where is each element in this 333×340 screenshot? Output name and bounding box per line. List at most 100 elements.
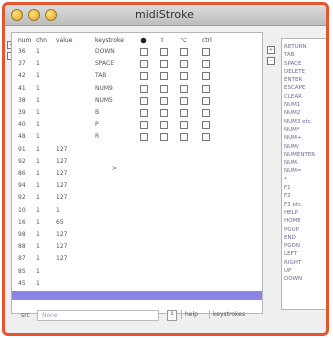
table-row[interactable]: 36 1 DOWN [12, 47, 262, 56]
option-checkbox[interactable] [180, 133, 188, 142]
option-checkbox[interactable] [180, 121, 188, 130]
ctrl-checkbox[interactable] [202, 121, 210, 130]
keystroke-list-item[interactable]: SPACE [284, 60, 315, 68]
help-button[interactable]: help [181, 310, 201, 319]
header-keystroke[interactable]: keystroke [95, 37, 124, 44]
shift-checkbox[interactable] [160, 48, 168, 56]
keystroke-list-item[interactable]: NUM. [284, 159, 315, 167]
ctrl-checkbox[interactable] [202, 109, 210, 117]
command-checkbox[interactable] [140, 60, 148, 69]
keystroke-list-item[interactable]: NUMENTER [284, 151, 315, 159]
keystroke-list-item[interactable]: NUM1 [284, 101, 315, 109]
table-row[interactable]: 85 1 [12, 267, 262, 276]
command-checkbox[interactable] [140, 109, 148, 117]
keystroke-list-item[interactable]: NUM* [284, 126, 315, 134]
ctrl-checkbox[interactable] [202, 60, 210, 69]
ctrl-checkbox[interactable] [202, 72, 210, 81]
table-row[interactable]: 98 1 127 [12, 230, 262, 239]
keystroke-list-item[interactable]: F1 [284, 184, 315, 192]
cell-chn: 1 [36, 243, 40, 251]
table-row[interactable]: 10 1 1 [12, 206, 262, 215]
cell-chn: 1 [36, 206, 40, 214]
close-button[interactable] [11, 9, 23, 21]
table-row[interactable]: 42 1 TAB [12, 71, 262, 81]
table-row[interactable]: 94 1 127 [12, 181, 262, 190]
keystroke-list-item[interactable]: HOME [284, 217, 315, 225]
table-row[interactable]: 91 1 127 [12, 145, 262, 154]
table-row[interactable]: 38 1 NUM5 [12, 96, 262, 105]
keystroke-list-item[interactable]: F2 [284, 192, 315, 200]
remove-keystroke-button[interactable]: - [267, 57, 275, 65]
keystroke-list-item[interactable]: DELETE [284, 68, 315, 76]
keystroke-list-item[interactable]: LEFT [284, 250, 315, 258]
keystroke-list-item[interactable]: TAB [284, 51, 315, 59]
keystroke-list-item[interactable]: CLEAR [284, 93, 315, 101]
header-value[interactable]: value [56, 37, 72, 44]
keystroke-list-item[interactable]: NUM+ [284, 134, 315, 142]
minimize-button[interactable] [28, 9, 40, 21]
table-row[interactable] [12, 291, 262, 300]
keystroke-list-item[interactable]: NUM= [284, 167, 315, 175]
table-row[interactable]: 37 1 SPACE [12, 59, 262, 69]
command-checkbox[interactable] [140, 133, 148, 142]
keystroke-list-item[interactable]: RETURN [284, 43, 315, 51]
command-checkbox[interactable] [140, 96, 148, 105]
table-row[interactable]: 88 1 127 [12, 242, 262, 251]
keystroke-list-item[interactable]: ESCAPE [284, 84, 315, 92]
header-chn[interactable]: chn [36, 37, 47, 44]
keystroke-list-item[interactable]: NUM/ [284, 143, 315, 151]
command-checkbox[interactable] [140, 121, 148, 130]
keystroke-list-item[interactable]: NUM2 [284, 109, 315, 117]
table-row[interactable]: 87 1 127 [12, 254, 262, 263]
shift-checkbox[interactable] [160, 133, 168, 142]
keystroke-list-item[interactable]: NUM3 etc. [284, 118, 315, 126]
option-checkbox[interactable] [180, 60, 188, 69]
table-row[interactable]: 92 1 127 [12, 157, 262, 166]
keystroke-list-item[interactable]: END [284, 234, 315, 242]
keystroke-list-item[interactable]: F3 etc. [284, 201, 315, 209]
shift-checkbox[interactable] [160, 72, 168, 81]
shift-checkbox[interactable] [160, 109, 168, 117]
header-num[interactable]: num [18, 37, 31, 44]
shift-checkbox[interactable] [160, 60, 168, 69]
keystroke-list-item[interactable]: PGUP [284, 226, 315, 234]
ctrl-checkbox[interactable] [202, 133, 210, 142]
ctrl-checkbox[interactable] [202, 96, 210, 105]
option-checkbox[interactable] [180, 109, 188, 117]
table-row[interactable]: 41 1 NUM9 [12, 84, 262, 93]
option-checkbox[interactable] [180, 96, 188, 105]
table-row[interactable]: 40 1 P [12, 120, 262, 130]
add-keystroke-button[interactable]: + [267, 46, 275, 54]
table-row[interactable]: 92 1 127 [12, 193, 262, 202]
src-select[interactable]: None [37, 310, 159, 321]
table-row[interactable]: 39 1 B [12, 108, 262, 117]
keystroke-list-item[interactable]: RIGHT [284, 259, 315, 267]
table-row[interactable]: 86 1 127 [12, 169, 262, 178]
table-row[interactable]: 16 1 65 [12, 218, 262, 227]
table-row[interactable]: 45 1 [12, 279, 262, 288]
keystrokes-button[interactable]: keystrokes [209, 310, 248, 319]
keystroke-list-item[interactable]: PGDN [284, 242, 315, 250]
ctrl-checkbox[interactable] [202, 84, 210, 93]
shift-checkbox[interactable] [160, 84, 168, 93]
keystroke-list-item[interactable]: UP [284, 267, 315, 275]
keystroke-list-item[interactable]: DOWN [284, 275, 315, 283]
src-stepper[interactable]: ↕ [167, 310, 177, 321]
option-checkbox[interactable] [180, 48, 188, 56]
ctrl-checkbox[interactable] [202, 48, 210, 56]
option-checkbox[interactable] [180, 84, 188, 93]
cell-keystroke: NUM9 [95, 84, 113, 92]
table-row[interactable]: 48 1 R [12, 132, 262, 142]
shift-checkbox[interactable] [160, 96, 168, 105]
command-checkbox[interactable] [140, 84, 148, 93]
keystroke-list-item[interactable]: * [284, 176, 315, 184]
keystroke-list-item[interactable]: ENTER [284, 76, 315, 84]
option-checkbox[interactable] [180, 72, 188, 81]
keystroke-list-item[interactable]: HELP [284, 209, 315, 217]
cell-chn: 1 [36, 267, 40, 275]
zoom-button[interactable] [45, 9, 57, 21]
command-checkbox[interactable] [140, 48, 148, 56]
shift-checkbox[interactable] [160, 121, 168, 130]
command-checkbox[interactable] [140, 72, 148, 81]
cell-num: 38 [18, 96, 26, 104]
